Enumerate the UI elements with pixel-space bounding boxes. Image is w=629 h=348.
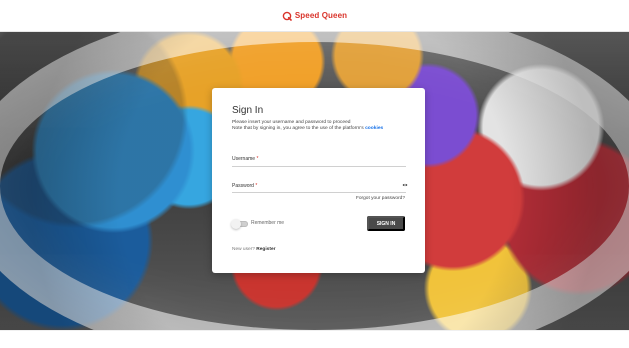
username-label: Username * — [232, 156, 258, 162]
new-user-text: New user? — [232, 247, 255, 252]
register-link[interactable]: Register — [256, 247, 275, 252]
username-label-text: Username — [232, 156, 256, 162]
sign-in-button[interactable]: SIGN IN — [367, 216, 405, 231]
new-user-prompt: New user? Register — [232, 247, 275, 252]
top-header-bar: Speed Queen — [0, 0, 629, 32]
username-required-marker: * — [256, 156, 259, 162]
eye-icon[interactable] — [402, 182, 408, 188]
sign-in-title: Sign In — [232, 105, 264, 116]
brand-name: Speed Queen — [294, 11, 348, 20]
password-label-text: Password — [232, 183, 254, 189]
instruction-line-2: Note that by signing in, you agree to th… — [232, 126, 408, 132]
password-input[interactable] — [232, 192, 406, 193]
speed-queen-logo-icon — [282, 11, 292, 21]
footer-bar — [0, 330, 629, 348]
password-label: Password * — [232, 183, 257, 189]
instruction-line-2-text: Note that by signing in, you agree to th… — [232, 126, 364, 132]
username-input[interactable] — [232, 166, 406, 167]
sign-in-instructions: Please insert your username and password… — [232, 120, 408, 133]
cookies-link[interactable]: cookies — [365, 126, 383, 131]
instruction-line-1: Please insert your username and password… — [232, 120, 351, 125]
sign-in-card: Sign In Please insert your username and … — [212, 88, 425, 273]
remember-me-label[interactable]: Remember me — [251, 220, 284, 226]
brand-logo[interactable]: Speed Queen — [282, 11, 347, 21]
password-required-marker: * — [255, 183, 258, 189]
remember-me-toggle[interactable] — [231, 219, 248, 229]
forgot-password-link[interactable]: Forgot your password? — [356, 196, 405, 201]
